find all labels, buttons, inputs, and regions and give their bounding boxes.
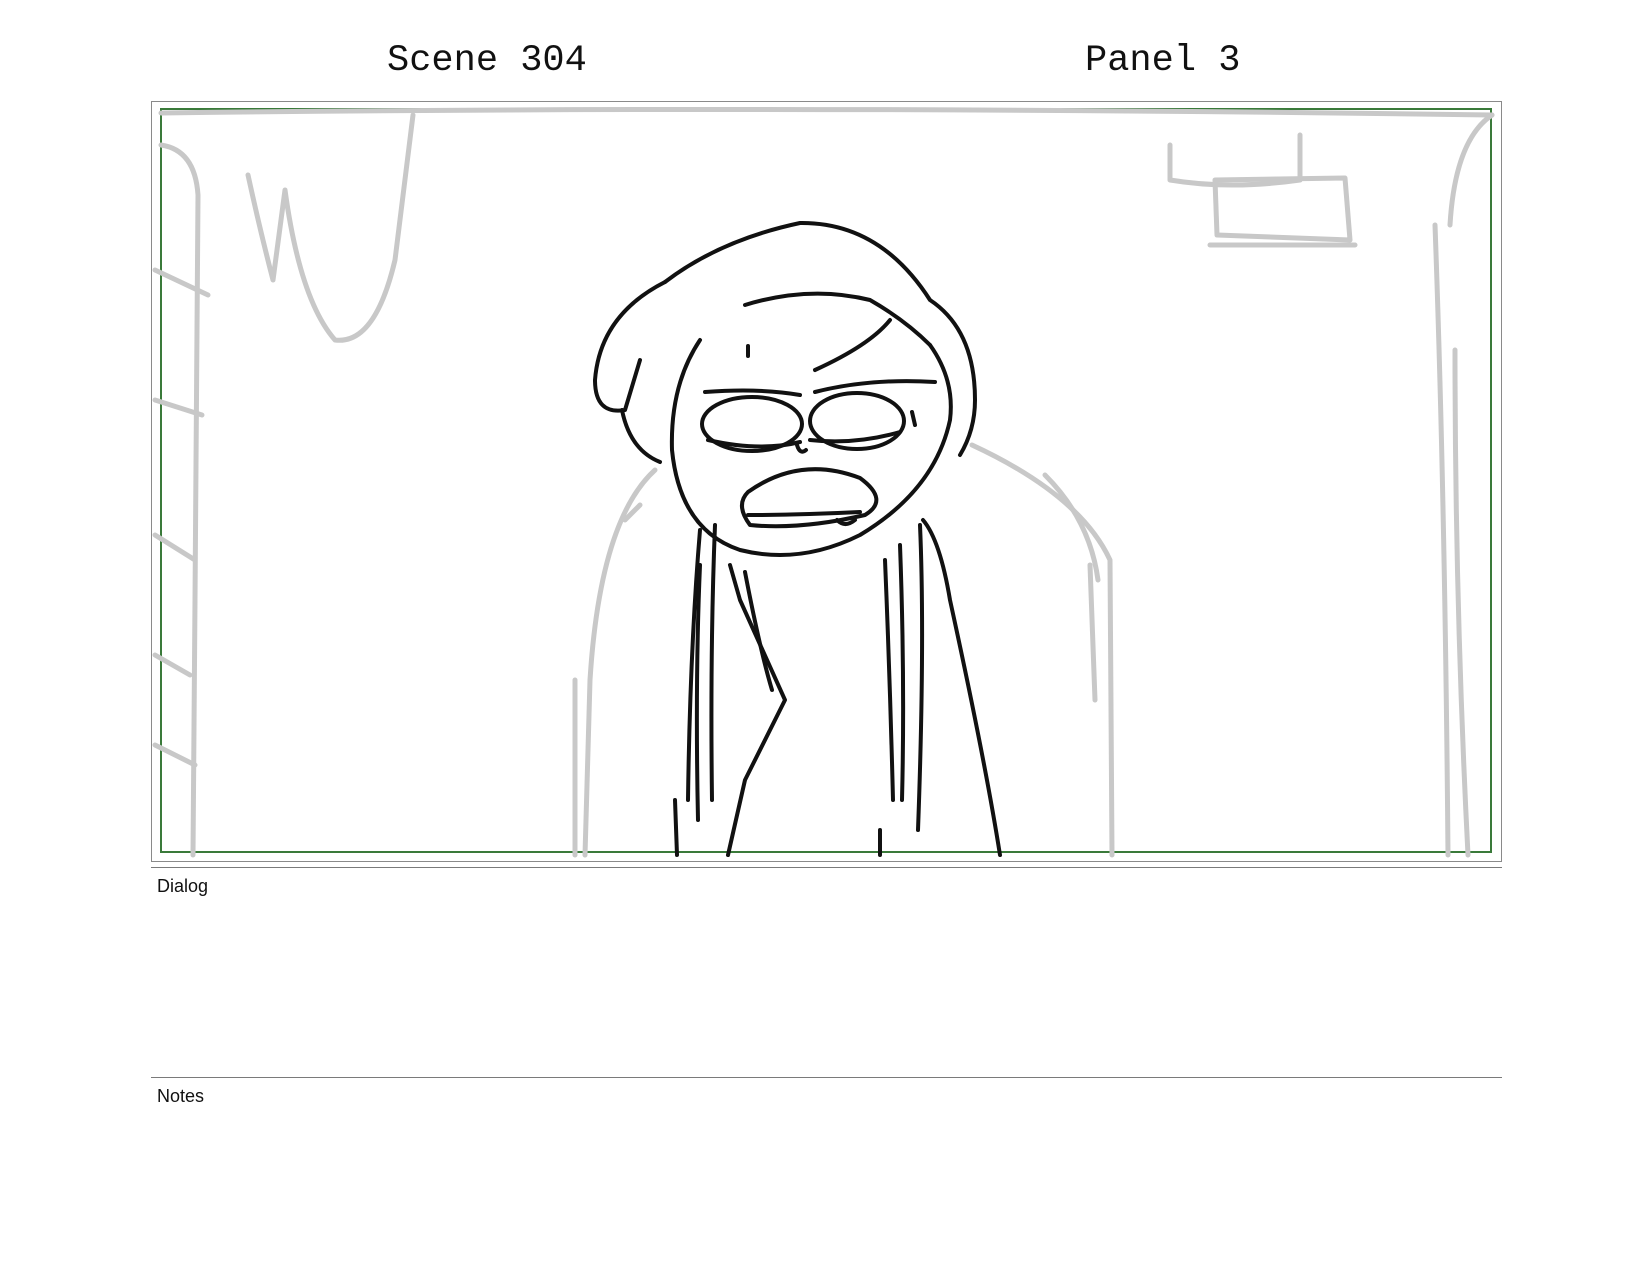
notes-divider (151, 1077, 1502, 1078)
safe-area-frame (160, 108, 1492, 853)
notes-label: Notes (157, 1086, 205, 1106)
dialog-divider (151, 867, 1502, 868)
scene-label: Scene 304 (387, 40, 587, 82)
panel-label: Panel 3 (1085, 40, 1241, 82)
dialog-label: Dialog (157, 876, 209, 896)
